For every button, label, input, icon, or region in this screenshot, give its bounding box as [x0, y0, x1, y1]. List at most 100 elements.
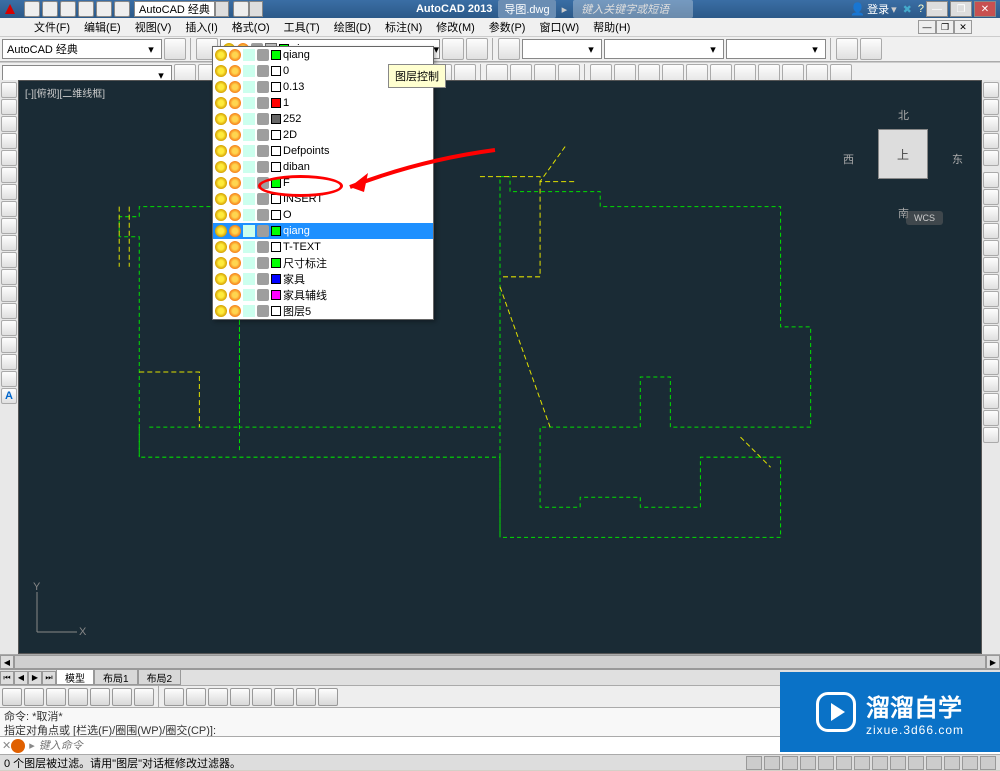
mdi-restore-button[interactable]: ❐: [936, 20, 954, 34]
viewcube-west[interactable]: 西: [843, 151, 854, 167]
snap-settings-icon[interactable]: [318, 688, 338, 706]
workspace-combo-2[interactable]: AutoCAD 经典▾: [2, 39, 162, 59]
menu-file[interactable]: 文件(F): [28, 18, 76, 36]
scale-icon[interactable]: [983, 291, 999, 307]
menu-tools[interactable]: 工具(T): [278, 18, 326, 36]
status-snap-icon[interactable]: [782, 756, 798, 770]
menu-view[interactable]: 视图(V): [129, 18, 178, 36]
circle-icon[interactable]: [1, 184, 17, 200]
infocenter-icon[interactable]: 👤: [850, 2, 865, 16]
linetype-combo[interactable]: ▾: [604, 39, 724, 59]
layer-item-尺寸标注[interactable]: 尺寸标注: [213, 255, 433, 271]
status-qp-icon[interactable]: [944, 756, 960, 770]
tab-layout1[interactable]: 布局1: [94, 670, 138, 685]
layer-item-T-TEXT[interactable]: T-TEXT: [213, 239, 433, 255]
tab-next-button[interactable]: ▶: [28, 671, 42, 685]
snap-insertion-icon[interactable]: [164, 688, 184, 706]
extend-icon[interactable]: [983, 342, 999, 358]
color-combo[interactable]: ▾: [522, 39, 602, 59]
layer-item-INSERT[interactable]: INSERT: [213, 191, 433, 207]
drawing-area[interactable]: [-][俯视][二维线框] 北 南 西 东 上 WCS Y X: [18, 80, 982, 654]
workspace-dropdown-arrow[interactable]: [215, 1, 229, 17]
status-ducs-icon[interactable]: [872, 756, 888, 770]
mirror-icon[interactable]: [983, 206, 999, 222]
qat-redo-icon[interactable]: [96, 1, 112, 17]
snap-endpoint-icon[interactable]: [2, 688, 22, 706]
snap-extension-icon[interactable]: [134, 688, 154, 706]
mtext-icon[interactable]: A: [1, 388, 17, 404]
snap-center-icon[interactable]: [46, 688, 66, 706]
qat-open-icon[interactable]: [42, 1, 58, 17]
qat-print-icon[interactable]: [114, 1, 130, 17]
snap-tangent-icon[interactable]: [208, 688, 228, 706]
make-block-icon[interactable]: [1, 286, 17, 302]
layer-item-O[interactable]: O: [213, 207, 433, 223]
ellipse-arc-icon[interactable]: [1, 252, 17, 268]
tab-prev-button[interactable]: ◀: [14, 671, 28, 685]
wcs-badge[interactable]: WCS: [906, 211, 943, 225]
viewcube-north[interactable]: 北: [898, 107, 909, 123]
layer-item-1[interactable]: 1: [213, 95, 433, 111]
status-polar-icon[interactable]: [818, 756, 834, 770]
status-lwt-icon[interactable]: [908, 756, 924, 770]
chamfer-icon[interactable]: [983, 393, 999, 409]
tab-layout2[interactable]: 布局2: [138, 670, 182, 685]
rotate-icon[interactable]: [983, 274, 999, 290]
paste-icon[interactable]: [498, 38, 520, 60]
minimize-button[interactable]: —: [926, 1, 948, 17]
qat-customize-arrow[interactable]: [249, 1, 263, 17]
copy2-icon[interactable]: [983, 189, 999, 205]
layer-item-qiang[interactable]: qiang: [213, 47, 433, 63]
menu-format[interactable]: 格式(O): [226, 18, 276, 36]
status-extras-icon[interactable]: [980, 756, 996, 770]
layer-item-F[interactable]: F: [213, 175, 433, 191]
layer-item-家具[interactable]: 家具: [213, 271, 433, 287]
menu-modify[interactable]: 修改(M): [430, 18, 481, 36]
layer-item-图层5[interactable]: 图层5: [213, 303, 433, 319]
rectangle-icon[interactable]: [1, 150, 17, 166]
ellipse-icon[interactable]: [1, 235, 17, 251]
tool-ws-settings-icon[interactable]: [164, 38, 186, 60]
offset-icon[interactable]: [983, 223, 999, 239]
status-dyn-icon[interactable]: [890, 756, 906, 770]
snap-apparent-icon[interactable]: [252, 688, 272, 706]
snap-node-icon[interactable]: [68, 688, 88, 706]
gradient-icon[interactable]: [1, 337, 17, 353]
mdi-close-button[interactable]: ✕: [954, 20, 972, 34]
match-icon[interactable]: [860, 38, 882, 60]
snap-parallel-icon[interactable]: [274, 688, 294, 706]
status-otrack-icon[interactable]: [854, 756, 870, 770]
arc-icon[interactable]: [1, 167, 17, 183]
menu-draw[interactable]: 绘图(D): [328, 18, 377, 36]
menu-parametric[interactable]: 参数(P): [483, 18, 532, 36]
props-icon[interactable]: [836, 38, 858, 60]
break-icon[interactable]: [983, 359, 999, 375]
explode-icon[interactable]: [983, 427, 999, 443]
spline-icon[interactable]: [1, 218, 17, 234]
hatch-icon[interactable]: [1, 320, 17, 336]
search-input[interactable]: 键入关键字或短语: [573, 0, 693, 18]
menu-dimension[interactable]: 标注(N): [379, 18, 428, 36]
status-model-icon[interactable]: [746, 756, 762, 770]
exchange-icon[interactable]: ✖: [903, 3, 912, 16]
menu-edit[interactable]: 编辑(E): [78, 18, 127, 36]
status-tpy-icon[interactable]: [926, 756, 942, 770]
nav-wheel-icon[interactable]: [983, 82, 999, 98]
close-button[interactable]: ✕: [974, 1, 996, 17]
table-icon[interactable]: [1, 371, 17, 387]
qat-new-icon[interactable]: [24, 1, 40, 17]
fillet-icon[interactable]: [983, 410, 999, 426]
polygon-icon[interactable]: [1, 133, 17, 149]
stretch-icon[interactable]: [983, 308, 999, 324]
status-osnap-icon[interactable]: [836, 756, 852, 770]
move-icon[interactable]: [983, 257, 999, 273]
qat-undo-icon[interactable]: [78, 1, 94, 17]
layer-item-2D[interactable]: 2D: [213, 127, 433, 143]
tab-model[interactable]: 模型: [56, 670, 94, 685]
point-icon[interactable]: [1, 303, 17, 319]
snap-intersect-icon[interactable]: [112, 688, 132, 706]
workspace-combo[interactable]: AutoCAD 经典: [134, 1, 215, 17]
status-grid-icon[interactable]: [764, 756, 780, 770]
nav-zoom-icon[interactable]: [983, 116, 999, 132]
snap-midpoint-icon[interactable]: [24, 688, 44, 706]
